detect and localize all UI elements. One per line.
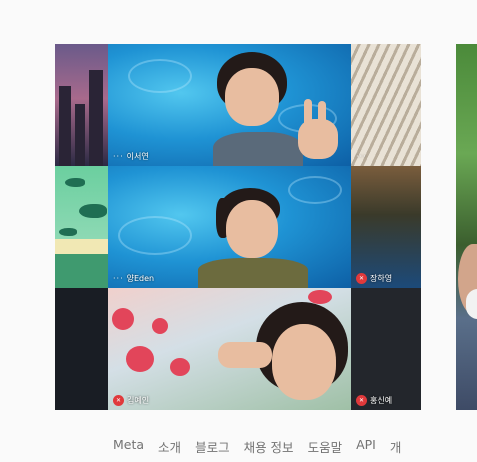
participant-name: 장하영 xyxy=(370,273,393,283)
more-options-icon[interactable]: ··· xyxy=(356,152,367,162)
participant-name-tag: ··· xyxy=(356,152,367,162)
participant-video xyxy=(218,302,348,410)
footer-link-more[interactable]: 개 xyxy=(390,437,402,456)
video-tile-fish-illustration xyxy=(55,166,108,288)
video-tile-shade: ··· xyxy=(351,44,421,166)
participant-name: 양Eden xyxy=(126,274,155,283)
participant-name-tag: ✕ 장하영 xyxy=(356,273,392,284)
participant-video xyxy=(213,52,303,166)
page: ··· 이서연 ··· ··· 양Eden ✕ 장하영 ✕ 김예인 ✕ 홍신예 … xyxy=(0,0,477,462)
participant-name-tag: ✕ 홍신예 xyxy=(356,395,392,406)
participant-name-tag: ··· 이서연 xyxy=(113,152,149,162)
video-tile-city xyxy=(55,44,108,166)
participant-name: 이서연 xyxy=(126,152,149,161)
footer-link-jobs[interactable]: 채용 정보 xyxy=(244,437,294,456)
video-tile-participant-5: ✕ 홍신예 xyxy=(351,288,421,410)
mic-off-icon: ✕ xyxy=(113,395,124,406)
video-tile-dark xyxy=(55,288,108,410)
participant-name: 홍신예 xyxy=(370,395,393,405)
participant-video xyxy=(188,188,308,288)
footer-link-api[interactable]: API xyxy=(356,437,376,456)
footer-link-about[interactable]: 소개 xyxy=(158,437,181,456)
more-options-icon[interactable]: ··· xyxy=(113,152,124,162)
peace-sign-hand xyxy=(298,99,340,159)
post-image-next[interactable] xyxy=(456,44,477,410)
post-image-video-call-grid[interactable]: ··· 이서연 ··· ··· 양Eden ✕ 장하영 ✕ 김예인 ✕ 홍신예 xyxy=(55,44,421,410)
participant-name: 김예인 xyxy=(127,395,150,405)
video-tile-participant-1: ··· 이서연 xyxy=(108,44,351,166)
video-tile-participant-4: ✕ 김예인 xyxy=(108,288,351,410)
video-tile-participant-3: ✕ 장하영 xyxy=(351,166,421,288)
mic-off-icon: ✕ xyxy=(356,273,367,284)
video-tile-participant-2: ··· 양Eden xyxy=(108,166,351,288)
footer-link-blog[interactable]: 블로그 xyxy=(195,437,230,456)
footer-link-help[interactable]: 도움말 xyxy=(308,437,343,456)
footer-link-meta[interactable]: Meta xyxy=(113,437,144,456)
participant-name-tag: ··· 양Eden xyxy=(113,274,154,284)
participant-name-tag: ✕ 김예인 xyxy=(113,395,149,406)
more-options-icon[interactable]: ··· xyxy=(113,274,124,284)
mic-off-icon: ✕ xyxy=(356,395,367,406)
footer-links: Meta 소개 블로그 채용 정보 도움말 API 개 xyxy=(113,437,401,456)
